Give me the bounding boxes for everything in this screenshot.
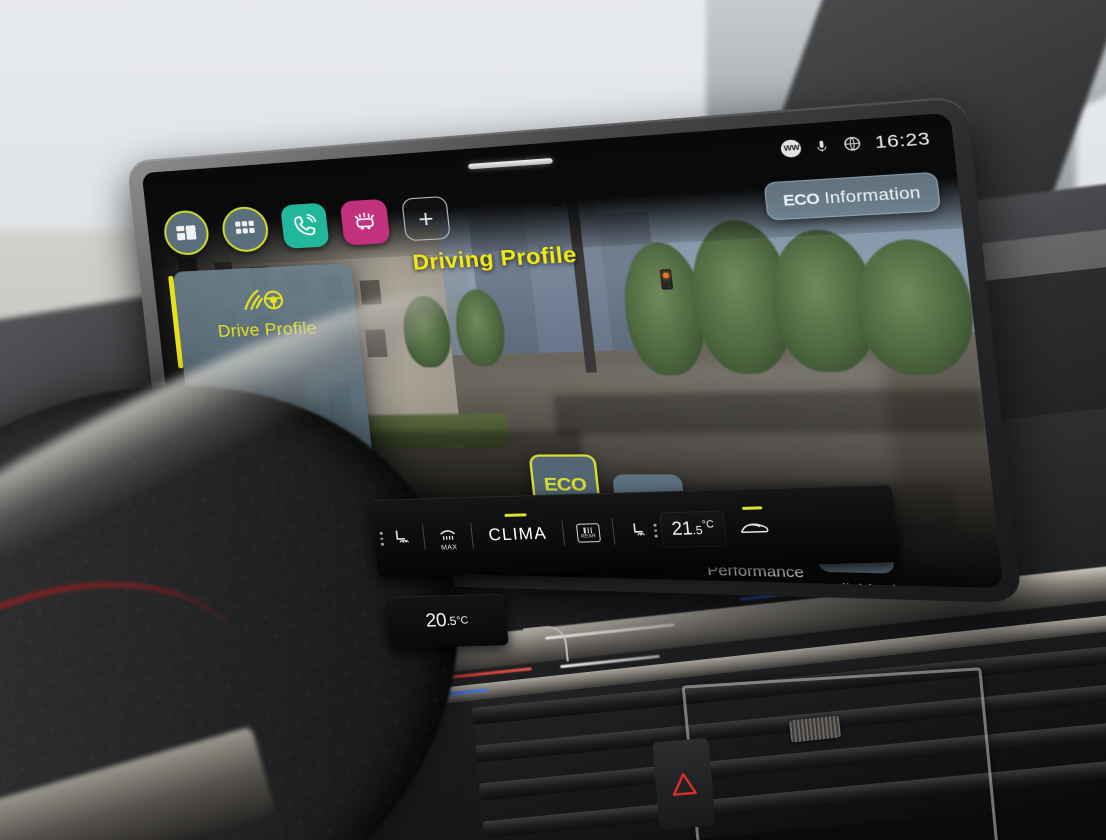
seat-level-dots (653, 521, 658, 540)
car-rear-window-button[interactable] (730, 506, 778, 537)
heated-seat-driver-button[interactable] (379, 527, 418, 549)
temperature-right-display[interactable]: 21.5°C (658, 510, 728, 549)
globe-icon[interactable] (842, 135, 863, 153)
car-wash-glyph (351, 209, 380, 236)
infotainment-photo-scene: WW 16:23 + ECO Information Driving Profi… (0, 0, 1106, 840)
microphone-icon[interactable] (813, 136, 833, 155)
heated-seat-passenger-icon (632, 522, 645, 536)
circle-badge-icon: WW (780, 138, 803, 158)
split-screen-glyph (176, 225, 197, 241)
app-grid-icon[interactable] (220, 205, 271, 254)
eco-chip-prefix: ECO (782, 189, 821, 210)
divider (421, 524, 426, 551)
divider (561, 520, 566, 547)
divider (470, 522, 474, 549)
car-wash-icon[interactable] (339, 198, 391, 246)
clima-button[interactable]: CLIMA (477, 513, 557, 545)
clock: 16:23 (873, 128, 932, 153)
phone-glyph (291, 213, 319, 239)
clima-active-indicator (504, 513, 527, 517)
heated-seat-passenger-button[interactable] (618, 520, 658, 542)
car-rear-window-icon (741, 523, 769, 534)
road-steering-wheel-icon (240, 285, 287, 313)
front-defrost-icon (440, 529, 456, 540)
car-active-indicator (742, 506, 763, 510)
temp-left-whole: 20 (424, 610, 448, 632)
climate-control-bar: MAX CLIMA REAR 21.5°C (370, 484, 901, 578)
phone-icon[interactable] (280, 202, 330, 249)
front-defrost-button[interactable]: MAX (429, 522, 467, 552)
divider (611, 518, 616, 545)
max-defrost-label: MAX (440, 543, 458, 552)
temperature-left-display[interactable]: 20.5 °C (385, 593, 510, 649)
clima-label: CLIMA (487, 523, 548, 545)
heated-seat-driver-icon (395, 529, 409, 543)
hazard-light-button[interactable] (652, 737, 716, 831)
temp-right-whole: 21 (670, 518, 694, 540)
add-icon[interactable]: + (401, 195, 451, 242)
seat-level-dots (379, 529, 384, 548)
temp-left-unit: °C (455, 614, 469, 627)
eco-chip-suffix: Information (818, 183, 922, 208)
rear-defrost-button[interactable]: REAR (569, 522, 608, 543)
air-vent-frame (681, 667, 999, 840)
rear-defrost-icon: REAR (575, 522, 601, 543)
app-grid-glyph (234, 220, 255, 234)
hazard-triangle-icon (672, 773, 697, 796)
temp-right-unit: °C (701, 518, 715, 531)
split-screen-icon[interactable] (161, 209, 211, 257)
